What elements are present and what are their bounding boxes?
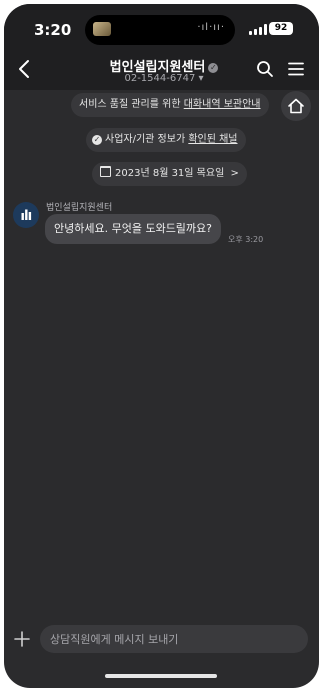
bar-chart-logo-icon	[21, 209, 32, 220]
plus-icon[interactable]	[14, 631, 30, 647]
menu-icon[interactable]	[288, 62, 304, 76]
business-notice-link[interactable]: 확인된 채널	[188, 134, 237, 145]
signal-icon	[249, 24, 267, 35]
calendar-icon	[100, 166, 111, 177]
message-sender: 법인설립지원센터	[46, 203, 113, 213]
dynamic-island: ·ıl·ıı·	[85, 15, 235, 45]
media-thumbnail-icon	[93, 22, 111, 36]
archive-notice: 서비스 품질 관리를 위한 대화내역 보관안내	[71, 93, 269, 117]
business-notice-text: 사업자/기관 정보가	[105, 134, 189, 145]
back-icon[interactable]	[14, 58, 36, 80]
date-label: 2023년 8월 31일 목요일	[115, 168, 225, 179]
chevron-right-icon: >	[230, 168, 239, 179]
audio-waveform-icon: ·ıl·ıı·	[197, 22, 225, 33]
phone-number: 02-1544-6747	[124, 73, 196, 84]
message-time: 오후 3:20	[228, 235, 264, 244]
archive-notice-link[interactable]: 대화내역 보관안내	[184, 99, 261, 110]
status-time: 3:20	[34, 21, 72, 39]
home-icon	[288, 98, 304, 114]
business-verified-notice: ✓ 사업자/기관 정보가 확인된 채널	[86, 128, 246, 152]
avatar[interactable]	[13, 202, 39, 228]
status-bar: 3:20 ·ıl·ıı· 92	[4, 4, 319, 50]
home-button[interactable]	[281, 91, 311, 121]
chevron-down-icon: ▾	[198, 73, 204, 84]
search-icon[interactable]	[256, 60, 274, 78]
verified-icon: ✓	[208, 63, 219, 73]
chat-header: 법인설립지원센터 ✓ 02-1544-6747 ▾	[4, 50, 319, 90]
channel-phone[interactable]: 02-1544-6747 ▾	[94, 73, 234, 84]
message-bubble[interactable]: 안녕하세요. 무엇을 도와드릴까요?	[45, 214, 222, 244]
battery-icon: 92	[269, 22, 293, 35]
message-input[interactable]	[40, 625, 308, 653]
date-divider[interactable]: 2023년 8월 31일 목요일 >	[92, 162, 247, 186]
home-indicator[interactable]	[105, 674, 217, 678]
archive-notice-text: 서비스 품질 관리를 위한	[79, 99, 184, 110]
chat-screen: 3:20 ·ıl·ıı· 92 법인설립지원센터 ✓ 02-1544-6747 ▾…	[4, 4, 319, 688]
check-badge-icon: ✓	[92, 135, 102, 145]
